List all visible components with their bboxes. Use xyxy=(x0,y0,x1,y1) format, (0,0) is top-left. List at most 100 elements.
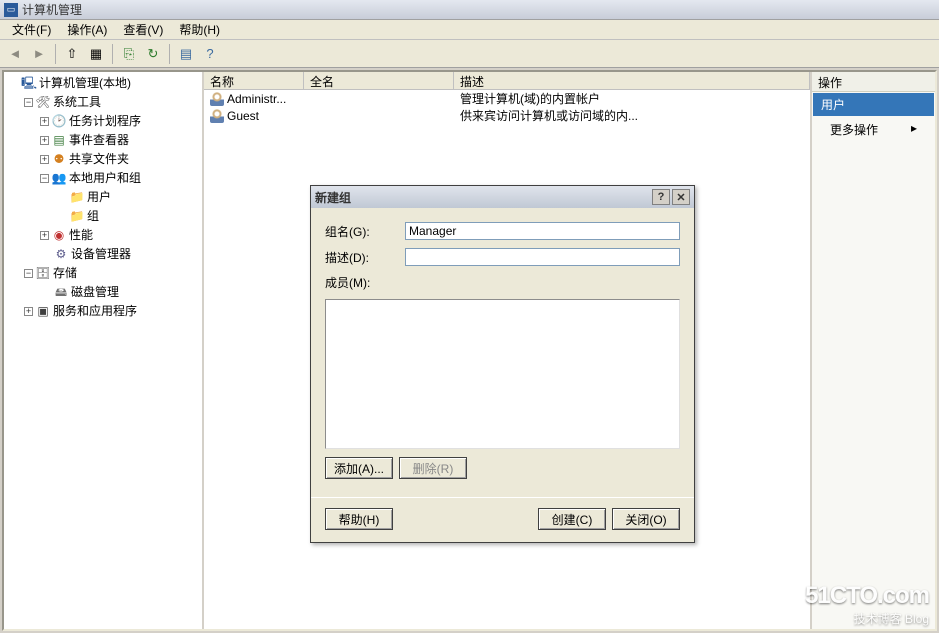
show-hide-tree-button[interactable]: ▦ xyxy=(85,43,107,65)
toolbar: ◄ ► ⇧ ▦ ⎘ ↻ ▤ ? xyxy=(0,40,939,68)
tree-label: 计算机管理(本地) xyxy=(39,75,131,92)
col-header-fullname[interactable]: 全名 xyxy=(304,72,454,89)
members-label: 成员(M): xyxy=(325,274,405,291)
export-button[interactable]: ⎘ xyxy=(118,43,140,65)
expand-icon[interactable]: + xyxy=(40,155,49,164)
dialog-help-button[interactable]: ? xyxy=(652,189,670,205)
tree-disk-mgmt[interactable]: 🖴 磁盘管理 xyxy=(38,283,200,302)
create-button[interactable]: 创建(C) xyxy=(538,508,606,530)
tree-label: 共享文件夹 xyxy=(69,151,129,168)
window-title: 计算机管理 xyxy=(22,1,82,18)
help-button[interactable]: 帮助(H) xyxy=(325,508,393,530)
dialog-divider xyxy=(311,497,694,498)
actions-category: 用户 xyxy=(813,93,934,116)
menubar: 文件(F) 操作(A) 查看(V) 帮助(H) xyxy=(0,20,939,40)
chevron-right-icon: ▸ xyxy=(911,121,917,135)
expand-icon[interactable]: + xyxy=(40,231,49,240)
tree-label: 服务和应用程序 xyxy=(53,303,137,320)
tree-system-tools[interactable]: − 🛠 系统工具 xyxy=(22,93,200,112)
tree-label: 组 xyxy=(87,208,99,225)
close-button[interactable]: 关闭(O) xyxy=(612,508,680,530)
desc-label: 描述(D): xyxy=(325,249,405,266)
list-item[interactable]: Guest 供来宾访问计算机或访问域的内... xyxy=(204,107,810,124)
share-icon: ⚉ xyxy=(52,153,66,167)
dialog-close-button[interactable]: ✕ xyxy=(672,189,690,205)
expand-icon[interactable]: + xyxy=(40,117,49,126)
tree-local-users-groups[interactable]: − 👥 本地用户和组 xyxy=(38,169,200,188)
refresh-button[interactable]: ↻ xyxy=(142,43,164,65)
up-button[interactable]: ⇧ xyxy=(61,43,83,65)
event-icon: ▤ xyxy=(52,134,66,148)
actions-header: 操作 xyxy=(812,72,935,92)
tools-icon: 🛠 xyxy=(36,96,50,110)
forward-button: ► xyxy=(28,43,50,65)
back-button: ◄ xyxy=(4,43,26,65)
titlebar: ▭ 计算机管理 xyxy=(0,0,939,20)
tree-services-apps[interactable]: + ▣ 服务和应用程序 xyxy=(22,302,200,321)
collapse-icon[interactable]: − xyxy=(24,98,33,107)
cell-desc: 供来宾访问计算机或访问域的内... xyxy=(454,107,810,124)
collapse-icon[interactable]: − xyxy=(40,174,49,183)
expand-icon[interactable]: + xyxy=(40,136,49,145)
computer-icon: 🖳 xyxy=(22,77,36,91)
dialog-titlebar[interactable]: 新建组 ? ✕ xyxy=(311,186,694,208)
action-more-label: 更多操作 xyxy=(830,123,878,137)
cell-name: Administr... xyxy=(227,92,286,106)
menu-view[interactable]: 查看(V) xyxy=(115,19,171,40)
desc-input[interactable] xyxy=(405,248,680,266)
properties-button[interactable]: ▤ xyxy=(175,43,197,65)
groupname-label: 组名(G): xyxy=(325,223,405,240)
col-header-name[interactable]: 名称 xyxy=(204,72,304,89)
expand-icon[interactable]: + xyxy=(24,307,33,316)
tree-label: 磁盘管理 xyxy=(71,284,119,301)
list-header: 名称 全名 描述 xyxy=(204,72,810,90)
clock-icon: 🕑 xyxy=(52,115,66,129)
members-listbox[interactable] xyxy=(325,299,680,449)
tree-performance[interactable]: + ◉ 性能 xyxy=(38,226,200,245)
device-icon: ⚙ xyxy=(54,248,68,262)
groupname-input[interactable] xyxy=(405,222,680,240)
tree-users[interactable]: 📁 用户 xyxy=(54,188,200,207)
folder-icon: 📁 xyxy=(70,191,84,205)
menu-help[interactable]: 帮助(H) xyxy=(171,19,228,40)
tree-device-manager[interactable]: ⚙ 设备管理器 xyxy=(38,245,200,264)
performance-icon: ◉ xyxy=(52,229,66,243)
tree-storage[interactable]: − 🗄 存储 xyxy=(22,264,200,283)
toolbar-separator xyxy=(169,44,170,64)
action-more[interactable]: 更多操作 ▸ xyxy=(812,117,935,142)
disk-icon: 🖴 xyxy=(54,286,68,300)
users-groups-icon: 👥 xyxy=(52,172,66,186)
tree-label: 系统工具 xyxy=(53,94,101,111)
cell-name: Guest xyxy=(227,109,259,123)
user-icon xyxy=(210,92,224,106)
app-icon: ▭ xyxy=(4,3,18,17)
service-icon: ▣ xyxy=(36,305,50,319)
tree-event-viewer[interactable]: + ▤ 事件查看器 xyxy=(38,131,200,150)
dialog-title: 新建组 xyxy=(315,189,351,206)
actions-panel: 操作 用户 更多操作 ▸ xyxy=(810,72,935,629)
collapse-icon[interactable]: − xyxy=(24,269,33,278)
toolbar-separator xyxy=(55,44,56,64)
new-group-dialog: 新建组 ? ✕ 组名(G): 描述(D): 成员(M): 添加(A)... 删除… xyxy=(310,185,695,543)
tree-label: 事件查看器 xyxy=(69,132,129,149)
storage-icon: 🗄 xyxy=(36,267,50,281)
tree-label: 本地用户和组 xyxy=(69,170,141,187)
tree-label: 存储 xyxy=(53,265,77,282)
help-button[interactable]: ? xyxy=(199,43,221,65)
menu-action[interactable]: 操作(A) xyxy=(59,19,115,40)
tree-label: 任务计划程序 xyxy=(69,113,141,130)
folder-icon: 📁 xyxy=(70,210,84,224)
list-item[interactable]: Administr... 管理计算机(域)的内置帐户 xyxy=(204,90,810,107)
col-header-desc[interactable]: 描述 xyxy=(454,72,810,89)
tree-task-scheduler[interactable]: + 🕑 任务计划程序 xyxy=(38,112,200,131)
menu-file[interactable]: 文件(F) xyxy=(4,19,59,40)
tree-root-computer-mgmt[interactable]: 🖳 计算机管理(本地) xyxy=(6,74,200,93)
tree-shared-folders[interactable]: + ⚉ 共享文件夹 xyxy=(38,150,200,169)
remove-button[interactable]: 删除(R) xyxy=(399,457,467,479)
tree-groups[interactable]: 📁 组 xyxy=(54,207,200,226)
nav-tree[interactable]: 🖳 计算机管理(本地) − 🛠 系统工具 + 🕑 xyxy=(4,72,204,629)
tree-label: 性能 xyxy=(69,227,93,244)
dialog-body: 组名(G): 描述(D): 成员(M): 添加(A)... 删除(R) 帮助(H… xyxy=(311,208,694,542)
user-icon xyxy=(210,109,224,123)
add-button[interactable]: 添加(A)... xyxy=(325,457,393,479)
